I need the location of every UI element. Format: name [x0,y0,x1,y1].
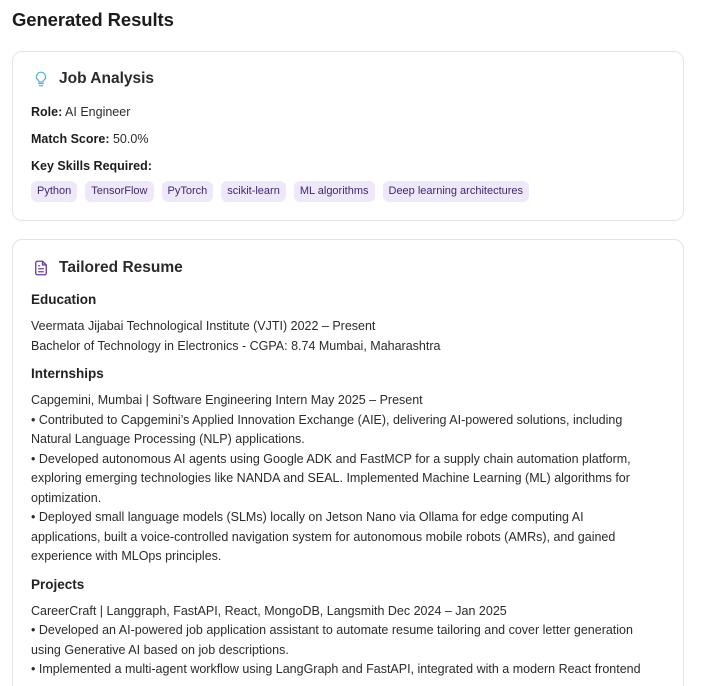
resume-line: • Contributed to Capgemini’s Applied Inn… [31,412,623,427]
match-score-value: 50.0% [112,132,149,146]
role-row: Role: AI Engineer [31,105,130,119]
skill-chip: TensorFlow [85,181,154,202]
skill-chip: scikit-learn [221,181,286,202]
resume-line: using Generative AI based on job descrip… [31,642,289,657]
results-page: Generated Results Job Analysis Role: AI … [0,0,706,686]
role-label: Role: [31,105,63,119]
resume-section-internships: Internships Capgemini, Mumbai | Software… [31,366,663,567]
resume-section-projects: Projects CareerCraft | Langgraph, FastAP… [31,577,663,680]
resume-line: optimization. [31,490,102,505]
resume-line: applications, built a voice-controlled n… [31,529,616,544]
skill-chip-list: Python TensorFlow PyTorch scikit-learn M… [31,181,530,202]
resume-content: Education Veermata Jijabai Technological… [31,292,663,686]
section-heading: Education [31,292,97,307]
resume-line: • Developed an AI-powered job applicatio… [31,623,633,637]
resume-line: • Developed autonomous AI agents using G… [31,451,631,466]
skill-chip: Deep learning architectures [382,181,530,202]
skill-chip: Python [31,181,78,202]
resume-line: • Deployed small language models (SLMs) … [31,510,584,524]
resume-line: Bachelor of Technology in Electronics - … [31,338,441,353]
section-heading: Internships [31,366,104,381]
match-score-label: Match Score: [31,132,110,146]
resume-section-education: Education Veermata Jijabai Technological… [31,292,663,356]
match-score-row: Match Score: 50.0% [31,132,148,146]
resume-line: CareerCraft | Langgraph, FastAPI, React,… [31,603,507,618]
job-analysis-title: Job Analysis [59,70,155,87]
tailored-resume-title: Tailored Resume [59,259,183,276]
resume-line: Capgemini, Mumbai | Software Engineering… [31,393,423,407]
resume-line: experience with MLOps principles. [31,549,222,563]
skill-chip: PyTorch [161,181,214,202]
resume-line: exploring emerging technologies like NAN… [31,471,630,485]
resume-line: Natural Language Processing (NLP) applic… [31,432,305,446]
key-skills-label: Key Skills Required: [31,159,152,173]
resume-line: • Implemented a multi-agent workflow usi… [31,662,641,676]
role-value: AI Engineer [65,105,131,119]
job-analysis-header: Job Analysis [32,70,154,88]
skill-chip: ML algorithms [293,181,375,202]
section-heading: Projects [31,576,85,592]
page-title: Generated Results [12,9,174,30]
job-analysis-card: Job Analysis Role: AI Engineer Match Sco… [12,51,684,221]
lightbulb-icon [32,70,50,88]
resume-line: Veermata Jijabai Technological Institute… [31,319,376,333]
tailored-resume-header: Tailored Resume [32,259,183,277]
document-icon [32,259,50,277]
tailored-resume-card: Tailored Resume Education Veermata Jijab… [12,239,684,686]
